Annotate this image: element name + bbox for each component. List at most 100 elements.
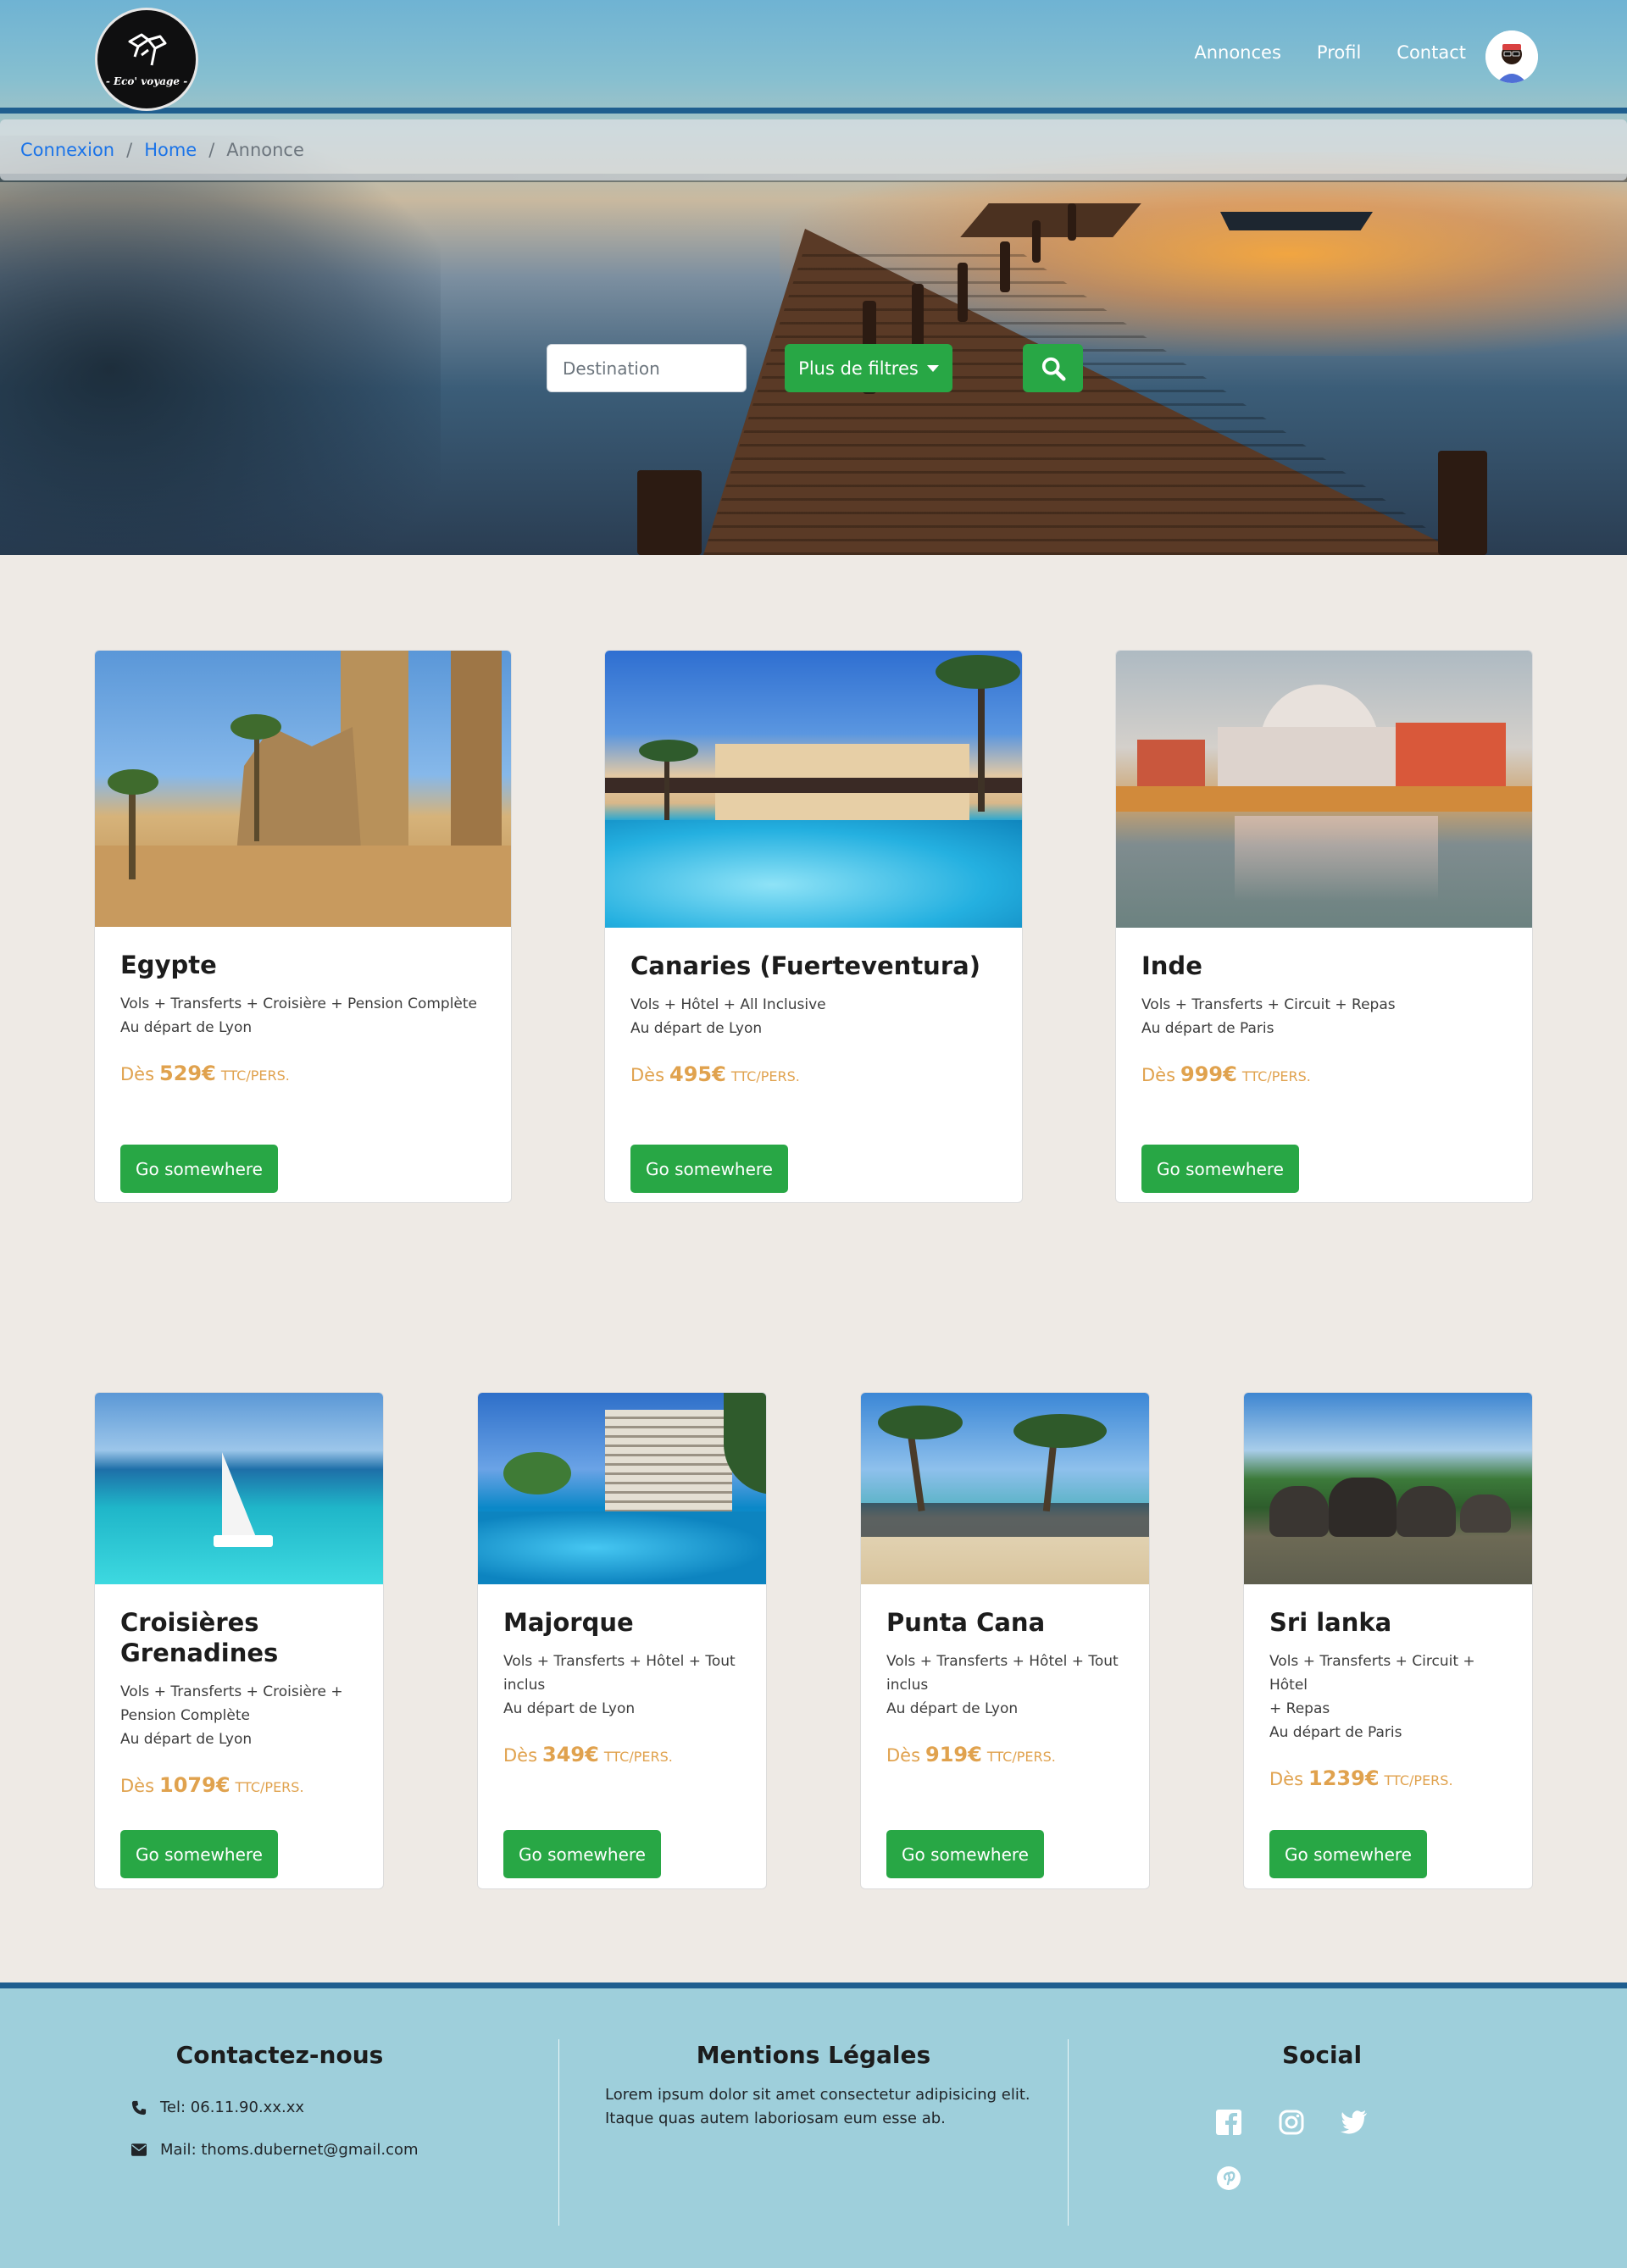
offer-departure: Au départ de Lyon [120,1019,253,1036]
brand-logo[interactable]: - Eco' voyage - [95,8,198,111]
breadcrumb-current: Annonce [226,140,304,160]
navbar: - Eco' voyage - Annonces Profil Contact [0,0,1627,114]
nav-link-contact[interactable]: Contact [1397,42,1466,63]
caret-down-icon [926,364,939,372]
boat-silhouette [1220,212,1373,230]
offer-image-sri-lanka [1244,1393,1532,1584]
price-unit: TTC/PERS. [220,1067,290,1084]
price-unit: TTC/PERS. [1241,1068,1311,1084]
offer-image-grenadines [95,1393,383,1584]
contact-mail: Mail: thoms.dubernet@gmail.com [131,2141,419,2159]
offer-card-majorque: Majorque Vols + Transferts + Hôtel + Tou… [477,1392,767,1889]
price-unit: TTC/PERS. [603,1749,673,1765]
offer-price: Dès 495€ TTC/PERS. [630,1062,997,1086]
footer-legal-title: Mentions Légales [696,2041,931,2069]
more-filters-label: Plus de filtres [798,358,919,379]
offer-detail: inclus [503,1677,546,1694]
offer-title: Egypte [120,951,217,979]
price-value: 529€ [159,1062,216,1085]
offer-image-canaries [605,651,1022,928]
go-somewhere-button[interactable]: Go somewhere [886,1830,1044,1878]
offer-title: Punta Cana [886,1608,1046,1637]
phone-icon [131,2100,147,2115]
offer-image-punta-cana [861,1393,1149,1584]
price-prefix: Dès [1269,1769,1304,1789]
price-prefix: Dès [1141,1065,1176,1085]
facebook-icon[interactable] [1213,2107,1244,2138]
offer-detail: Vols + Transferts + Circuit + Repas [1141,996,1396,1013]
offer-title: Majorque [503,1608,634,1637]
go-somewhere-button[interactable]: Go somewhere [120,1830,278,1878]
offer-card-canaries: Canaries (Fuerteventura) Vols + Hôtel + … [604,650,1023,1203]
footer-contact-title: Contactez-nous [175,2041,384,2069]
offer-image-majorque [478,1393,766,1584]
offer-title: Canaries (Fuerteventura) [630,951,980,980]
price-prefix: Dès [886,1745,921,1766]
price-unit: TTC/PERS. [235,1779,304,1795]
offer-departure: Au départ de Paris [1269,1724,1402,1741]
breadcrumb: Connexion / Home / Annonce [0,119,1627,180]
offer-card-egypte: Egypte Vols + Transferts + Croisière + P… [94,650,512,1203]
offer-detail: Vols + Transferts + Croisière + Pension … [120,995,478,1012]
price-value: 919€ [925,1743,982,1766]
go-somewhere-button[interactable]: Go somewhere [120,1145,278,1193]
user-avatar[interactable] [1485,30,1538,83]
price-value: 495€ [669,1062,726,1086]
price-prefix: Dès [503,1745,538,1766]
offer-image-egypte [95,651,511,927]
offer-price: Dès 529€ TTC/PERS. [120,1062,486,1085]
offer-price: Dès 349€ TTC/PERS. [503,1743,741,1766]
destination-input[interactable] [547,344,747,392]
footer-social-column: Social [1068,1988,1576,2268]
price-value: 1079€ [159,1773,230,1797]
footer-social-title: Social [1281,2041,1363,2069]
offer-title: Sri lanka [1269,1608,1392,1637]
offer-departure: Au départ de Lyon [120,1731,253,1748]
contact-mail-text[interactable]: Mail: thoms.dubernet@gmail.com [160,2141,419,2159]
instagram-icon[interactable] [1276,2107,1307,2138]
breadcrumb-separator: / [126,140,133,160]
footer: Contactez-nous Tel: 06.11.90.xx.xx Mail:… [0,1982,1627,2268]
offer-price: Dès 919€ TTC/PERS. [886,1743,1124,1766]
nav-link-annonces[interactable]: Annonces [1194,42,1281,63]
offer-departure: Au départ de Lyon [503,1700,636,1717]
pinterest-icon[interactable] [1213,2163,1244,2193]
offer-card-inde: Inde Vols + Transferts + Circuit + Repas… [1115,650,1533,1203]
offer-departure: Au départ de Lyon [886,1700,1019,1717]
offer-price: Dès 1239€ TTC/PERS. [1269,1766,1507,1790]
price-prefix: Dès [120,1064,155,1084]
footer-contact-column: Contactez-nous Tel: 06.11.90.xx.xx Mail:… [0,1988,559,2268]
go-somewhere-button[interactable]: Go somewhere [503,1830,661,1878]
offer-card-sri-lanka: Sri lanka Vols + Transferts + Circuit + … [1243,1392,1533,1889]
go-somewhere-button[interactable]: Go somewhere [1269,1830,1427,1878]
contact-phone-text: Tel: 06.11.90.xx.xx [160,2099,305,2116]
go-somewhere-button[interactable]: Go somewhere [630,1145,788,1193]
go-somewhere-button[interactable]: Go somewhere [1141,1145,1299,1193]
offer-card-punta-cana: Punta Cana Vols + Transferts + Hôtel + T… [860,1392,1150,1889]
offer-price: Dès 999€ TTC/PERS. [1141,1062,1507,1086]
price-value: 349€ [542,1743,599,1766]
price-unit: TTC/PERS. [986,1749,1056,1765]
offer-detail: + Repas [1269,1700,1330,1717]
twitter-icon[interactable] [1339,2107,1369,2138]
search-icon [1041,357,1066,381]
price-value: 999€ [1180,1062,1237,1086]
envelope-icon [131,2143,147,2156]
offer-detail: Pension Complète [120,1707,250,1724]
nav-link-profil[interactable]: Profil [1317,42,1361,63]
breadcrumb-connexion[interactable]: Connexion [20,140,114,160]
logo-text: - Eco' voyage - [105,75,188,87]
more-filters-dropdown[interactable]: Plus de filtres [785,344,952,392]
price-value: 1239€ [1308,1766,1380,1790]
logo-mark-icon [123,31,170,72]
offer-departure: Au départ de Lyon [630,1020,763,1037]
breadcrumb-home[interactable]: Home [144,140,197,160]
footer-legal-text: Lorem ipsum dolor sit amet consectetur a… [605,2086,1030,2127]
breadcrumb-separator: / [208,140,215,160]
search-button[interactable] [1023,344,1083,392]
price-prefix: Dès [120,1776,155,1796]
contact-phone: Tel: 06.11.90.xx.xx [131,2099,304,2116]
offer-card-croisieres-grenadines: Croisières Grenadines Vols + Transferts … [94,1392,384,1889]
offer-departure: Au départ de Paris [1141,1020,1274,1037]
offer-detail: inclus [886,1677,929,1694]
